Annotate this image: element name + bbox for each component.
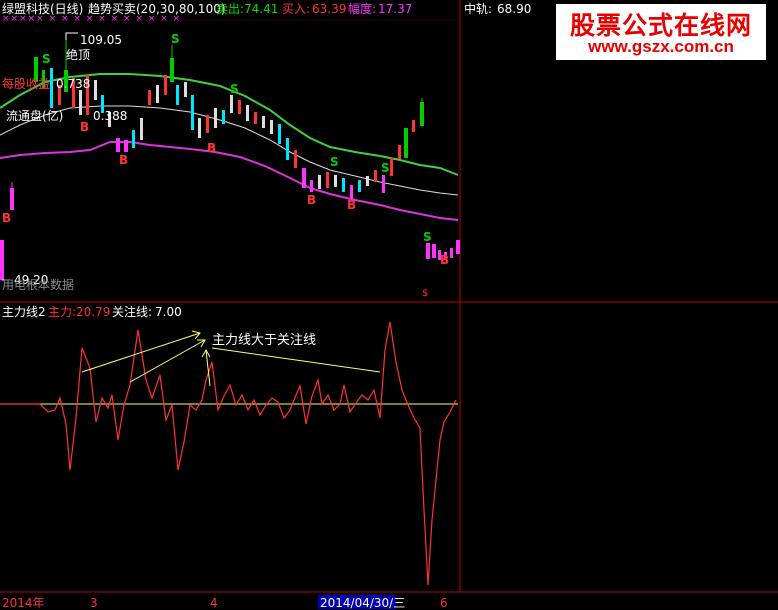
sell-value: 74.41 <box>244 2 279 16</box>
buy-signal: B <box>440 253 450 267</box>
buy-signal: B <box>307 193 317 207</box>
cross-marker-row: ××××× × × × × × × × × × × × <box>2 14 182 24</box>
mid-track-value: 68.90 <box>497 2 532 16</box>
middle-band-line <box>0 105 459 196</box>
sell-signal: S <box>423 230 432 244</box>
lower-band-line <box>0 141 459 221</box>
buy-signal: B <box>80 120 90 134</box>
buy-value: 63.39 <box>312 2 347 16</box>
candlesticks <box>0 40 460 280</box>
buy-signal: B <box>119 153 129 167</box>
watch-label: 关注线: <box>112 305 153 319</box>
annotation-text: 主力线大于关注线 <box>212 333 317 348</box>
eps-label: 每股收益 <box>2 77 51 91</box>
mid-track-label: 中轨: <box>464 2 493 16</box>
x-axis-date-label: 2014/04/30/三 <box>320 596 406 610</box>
range-value: 17.37 <box>378 2 413 16</box>
eps-value: 0.738 <box>56 77 91 91</box>
sub-line-label: 主力线2 <box>2 305 46 319</box>
range-label: 幅度: <box>348 2 377 16</box>
no-data-note: 用电根本数据 <box>2 278 75 292</box>
buy-signal: B <box>207 141 217 155</box>
sell-signal: S <box>230 82 239 96</box>
main-force-line <box>0 321 457 586</box>
sell-signal: S <box>171 32 180 46</box>
sell-signal: S <box>381 161 390 175</box>
watch-value: 7.00 <box>155 305 182 319</box>
float-label: 流通盘(亿) <box>6 109 64 123</box>
top-annotation: 绝顶 <box>66 48 91 62</box>
x-axis-label: 4 <box>210 596 218 610</box>
buy-signal: B <box>2 211 12 225</box>
high-marker-label: 109.05 <box>80 33 122 47</box>
watermark-url: www.gszx.com.cn <box>588 37 734 56</box>
sell-signal: S <box>330 155 339 169</box>
sell-label: 卖出: <box>216 2 245 16</box>
float-value: 0.388 <box>93 109 128 123</box>
sell-signal: S <box>42 52 51 66</box>
buy-label: 买入: <box>282 2 311 16</box>
panel-frame <box>0 0 778 593</box>
buy-signal: B <box>347 198 357 212</box>
x-axis-label: 6 <box>440 596 448 610</box>
dollar-marker: $ <box>422 288 429 299</box>
main-force-label: 主力: <box>48 305 77 319</box>
high-marker-line <box>65 32 78 40</box>
x-axis-label: 3 <box>90 596 98 610</box>
x-axis-label: 2014年 <box>2 596 45 610</box>
watermark-logo: 股票公式在线网 www.gszx.com.cn <box>556 4 766 60</box>
main-force-value: 20.79 <box>76 305 111 319</box>
